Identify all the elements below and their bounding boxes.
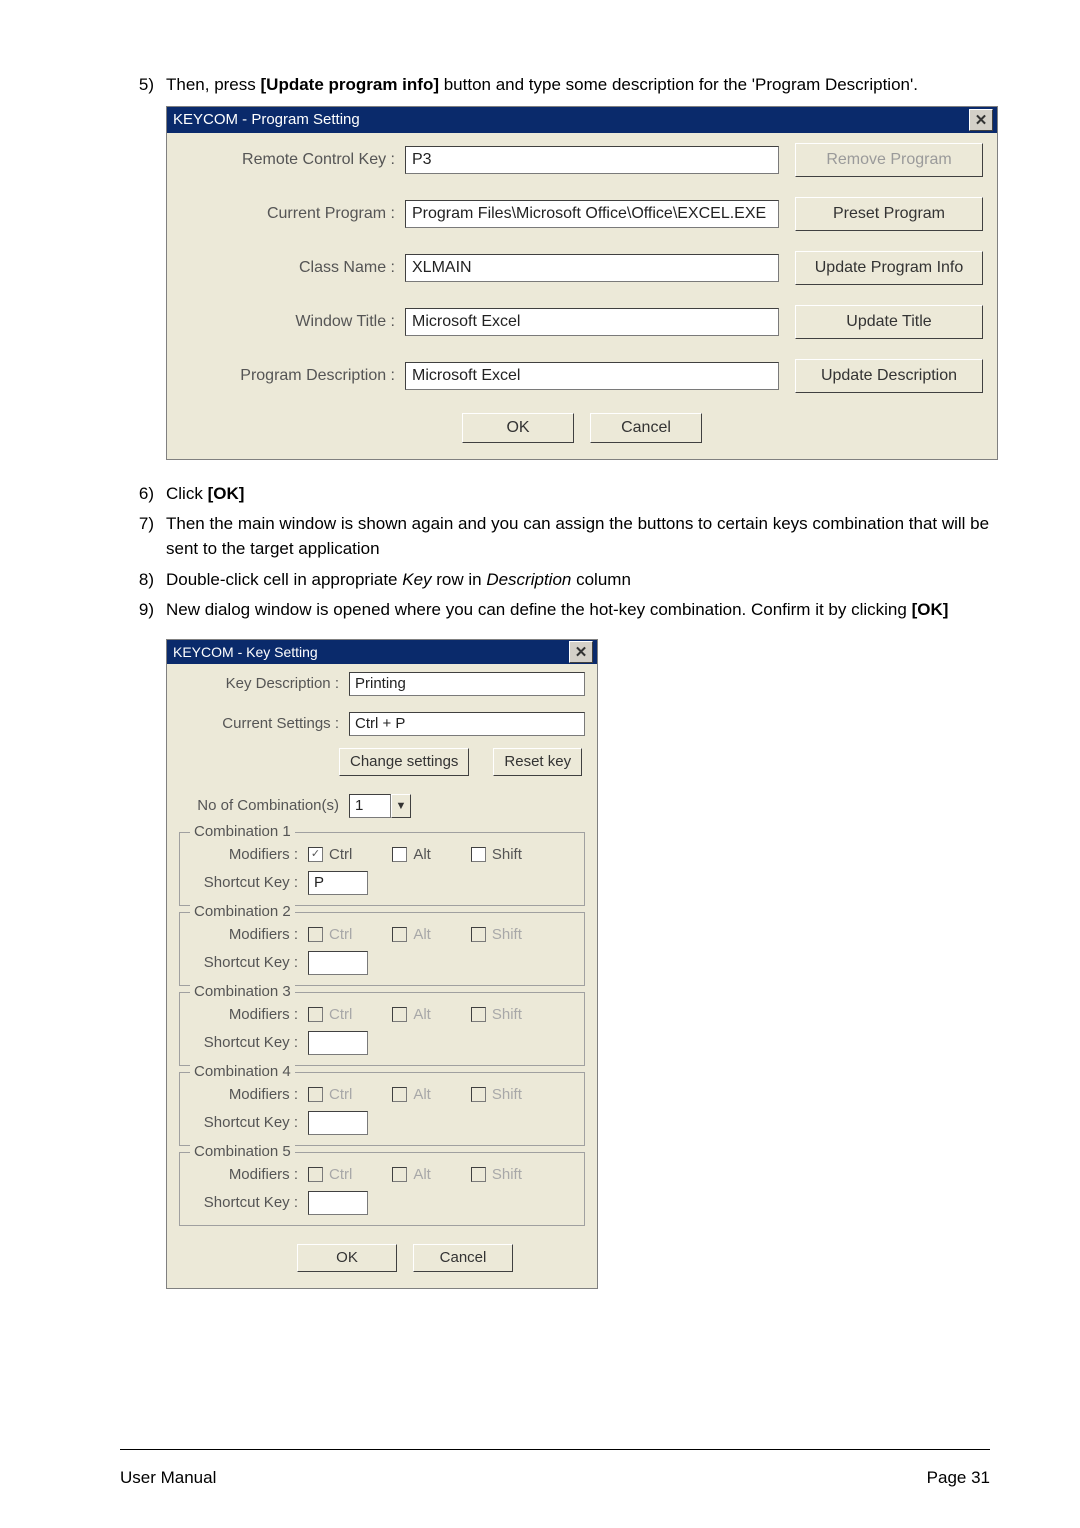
label-current-program: Current Program : [181,205,405,223]
chevron-down-icon[interactable]: ▼ [391,794,411,818]
step-8: 8) Double-click cell in appropriate Key … [120,568,990,593]
no-of-combinations-select[interactable]: 1 ▼ [349,794,411,818]
remove-program-button: Remove Program [795,143,983,177]
window-title-field[interactable]: Microsoft Excel [405,308,779,336]
reset-key-button[interactable]: Reset key [493,748,582,776]
label-remote-control-key: Remote Control Key : [181,151,405,169]
step-6: 6) Click [OK] [120,482,990,507]
shift-checkbox: Shift [471,926,522,943]
step-9: 9) New dialog window is opened where you… [120,598,990,623]
update-program-info-button[interactable]: Update Program Info [795,251,983,285]
close-icon[interactable]: ✕ [569,641,593,663]
step-5: 5) Then, press [Update program info] but… [120,73,990,98]
step-5-text-a: Then, press [166,75,261,94]
footer-right: Page 31 [927,1468,990,1488]
label-key-description: Key Description : [179,675,349,692]
shortcut-key-field [308,951,368,975]
label-window-title: Window Title : [181,313,405,331]
current-program-field[interactable]: Program Files\Microsoft Office\Office\EX… [405,200,779,228]
shift-checkbox[interactable]: Shift [471,846,522,863]
step-5-text-b: [Update program info] [261,75,440,94]
label-current-settings: Current Settings : [179,715,349,732]
ctrl-checkbox: Ctrl [308,926,352,943]
label-no-of-combinations: No of Combination(s) [179,797,349,814]
alt-checkbox: Alt [392,926,431,943]
current-settings-field[interactable]: Ctrl + P [349,712,585,736]
shortcut-key-field [308,1031,368,1055]
preset-program-button[interactable]: Preset Program [795,197,983,231]
label-class-name: Class Name : [181,259,405,277]
key-description-field[interactable]: Printing [349,672,585,696]
ctrl-checkbox[interactable]: ✓Ctrl [308,846,352,863]
remote-control-key-field[interactable]: P3 [405,146,779,174]
label-program-description: Program Description : [181,367,405,385]
footer-left: User Manual [120,1468,216,1488]
combination-2-group: Combination 2 Modifiers : Ctrl Alt Shift… [179,912,585,986]
step-5-text-c: button and type some description for the… [439,75,918,94]
ok-button[interactable]: OK [297,1244,397,1272]
close-icon[interactable]: ✕ [969,109,993,131]
step-7: 7) Then the main window is shown again a… [120,512,990,561]
combination-5-group: Combination 5 Modifiers : Ctrl Alt Shift… [179,1152,585,1226]
program-description-field[interactable]: Microsoft Excel [405,362,779,390]
footer-rule [120,1449,990,1450]
update-title-button[interactable]: Update Title [795,305,983,339]
dialog2-title: KEYCOM - Key Setting [173,644,318,660]
combination-3-group: Combination 3 Modifiers : Ctrl Alt Shift… [179,992,585,1066]
shortcut-key-field[interactable]: P [308,871,368,895]
class-name-field[interactable]: XLMAIN [405,254,779,282]
cancel-button[interactable]: Cancel [590,413,702,443]
combination-1-group: Combination 1 Modifiers : ✓Ctrl Alt Shif… [179,832,585,906]
cancel-button[interactable]: Cancel [413,1244,513,1272]
change-settings-button[interactable]: Change settings [339,748,469,776]
dialog1-title: KEYCOM - Program Setting [173,111,360,128]
shortcut-key-field [308,1111,368,1135]
program-setting-dialog: KEYCOM - Program Setting ✕ Remote Contro… [166,106,998,460]
dialog2-titlebar: KEYCOM - Key Setting ✕ [167,640,597,664]
ok-button[interactable]: OK [462,413,574,443]
key-setting-dialog: KEYCOM - Key Setting ✕ Key Description :… [166,639,598,1289]
combination-4-group: Combination 4 Modifiers : Ctrl Alt Shift… [179,1072,585,1146]
alt-checkbox[interactable]: Alt [392,846,431,863]
shortcut-key-field [308,1191,368,1215]
update-description-button[interactable]: Update Description [795,359,983,393]
dialog1-titlebar: KEYCOM - Program Setting ✕ [167,107,997,133]
page-footer: User Manual Page 31 [120,1468,990,1488]
